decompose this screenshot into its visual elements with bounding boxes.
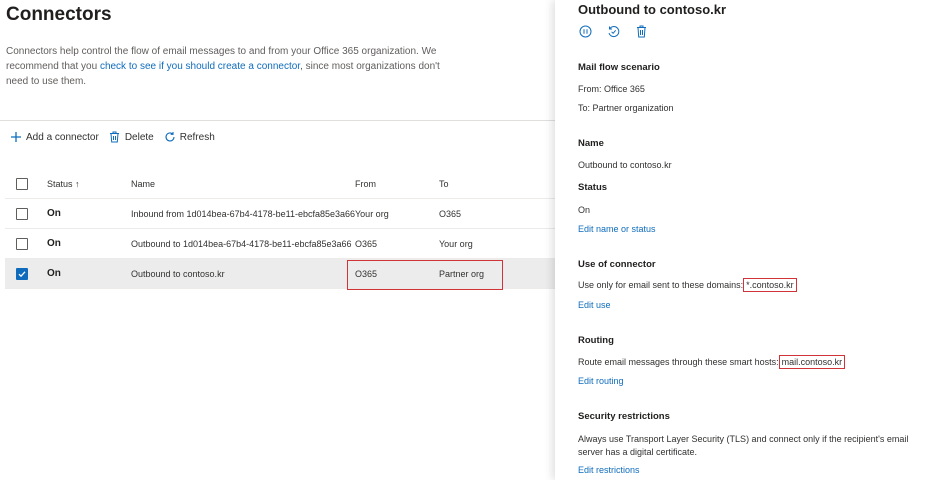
- trash-icon[interactable]: [634, 24, 648, 38]
- row-checkbox[interactable]: [16, 207, 28, 220]
- routing-heading: Routing: [578, 335, 614, 346]
- page-title: Connectors: [6, 4, 112, 25]
- edit-restrictions-link[interactable]: Edit restrictions: [578, 465, 640, 475]
- from-to-highlight-box: [347, 260, 503, 290]
- table-row[interactable]: On Outbound to 1d014bea-67b4-4178-be11-e…: [5, 229, 555, 259]
- delete-label: Delete: [124, 131, 154, 143]
- routing-host-value: mail.contoso.kr: [778, 355, 846, 369]
- row-name: Inbound from 1d014bea-67b4-4178-be11-ebc…: [131, 208, 356, 219]
- table-row[interactable]: On Inbound from 1d014bea-67b4-4178-be11-…: [5, 199, 555, 229]
- name-value: Outbound to contoso.kr: [578, 160, 672, 170]
- column-header-name[interactable]: Name: [131, 170, 155, 198]
- validate-icon[interactable]: [606, 24, 620, 38]
- name-heading: Name: [578, 138, 604, 149]
- refresh-button[interactable]: Refresh: [164, 128, 215, 146]
- connector-details-panel: Outbound to contoso.kr Mail flow scenari…: [555, 0, 930, 480]
- toolbar: Add a connector Delete Refresh: [10, 128, 215, 146]
- sort-ascending-icon: ↑: [75, 179, 80, 189]
- row-status: On: [47, 208, 61, 219]
- row-status: On: [47, 268, 61, 279]
- row-from: O365: [355, 238, 378, 249]
- delete-button[interactable]: Delete: [109, 128, 154, 146]
- select-all-checkbox[interactable]: [16, 178, 28, 190]
- use-heading: Use of connector: [578, 259, 656, 270]
- row-checkbox-checked[interactable]: [16, 267, 28, 280]
- routing-text: Route email messages through these smart…: [578, 355, 846, 369]
- status-heading: Status: [578, 182, 608, 193]
- row-to: O365: [439, 208, 462, 219]
- checkmark-icon: [18, 270, 26, 277]
- mail-flow-heading: Mail flow scenario: [578, 62, 660, 73]
- use-text: Use only for email sent to these domains…: [578, 278, 797, 292]
- refresh-icon: [164, 131, 176, 143]
- pause-icon[interactable]: [578, 24, 592, 38]
- row-name: Outbound to contoso.kr: [131, 268, 225, 279]
- add-connector-button[interactable]: Add a connector: [10, 128, 99, 146]
- mail-flow-from: From: Office 365: [578, 84, 645, 94]
- row-name: Outbound to 1d014bea-67b4-4178-be11-ebcf…: [131, 238, 352, 249]
- panel-title: Outbound to contoso.kr: [578, 2, 727, 17]
- column-header-to[interactable]: To: [439, 170, 449, 198]
- column-header-from[interactable]: From: [355, 170, 376, 198]
- refresh-label: Refresh: [179, 131, 215, 143]
- use-domain-value: *.contoso.kr: [743, 278, 797, 292]
- panel-actions: [578, 24, 648, 38]
- row-checkbox[interactable]: [16, 237, 28, 250]
- row-to: Your org: [439, 238, 473, 249]
- divider: [0, 120, 555, 121]
- page-description: Connectors help control the flow of emai…: [6, 46, 440, 87]
- add-connector-label: Add a connector: [26, 131, 99, 143]
- edit-use-link[interactable]: Edit use: [578, 300, 611, 310]
- table-header-row: Status ↑ Name From To: [5, 170, 555, 199]
- security-text: Always use Transport Layer Security (TLS…: [578, 434, 909, 457]
- row-status: On: [47, 238, 61, 249]
- connectors-list-pane: Connectors Connectors help control the f…: [0, 0, 555, 480]
- create-connector-link[interactable]: check to see if you should create a conn…: [100, 61, 300, 72]
- trash-icon: [109, 131, 121, 143]
- status-value: On: [578, 205, 591, 215]
- plus-icon: [10, 131, 22, 143]
- edit-name-status-link[interactable]: Edit name or status: [578, 224, 656, 234]
- column-header-status[interactable]: Status ↑: [47, 170, 80, 198]
- security-heading: Security restrictions: [578, 411, 670, 422]
- row-from: Your org: [355, 208, 389, 219]
- edit-routing-link[interactable]: Edit routing: [578, 376, 624, 386]
- mail-flow-to: To: Partner organization: [578, 103, 674, 113]
